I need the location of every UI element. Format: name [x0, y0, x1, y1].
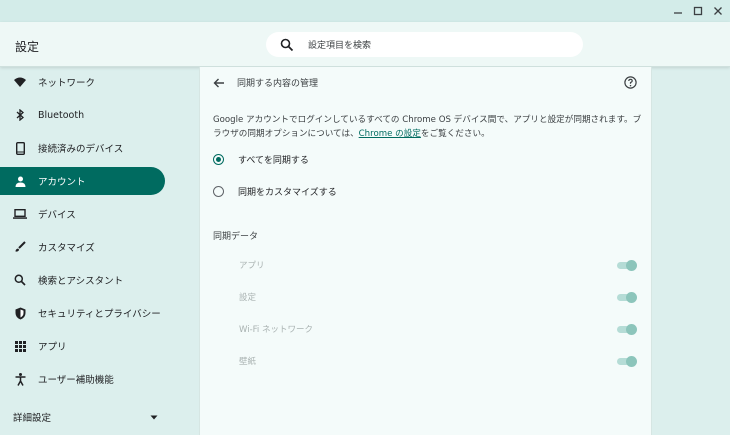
phone-icon [13, 141, 27, 155]
sync-item-label: Wi-Fi ネットワーク [239, 325, 313, 335]
sidebar-item-label: 検索とアシスタント [38, 276, 124, 287]
search-input[interactable]: 設定項目を検索 [308, 38, 371, 51]
sidebar-item-search-assistant[interactable]: 検索とアシスタント [0, 266, 165, 294]
main-panel: 同期する内容の管理 Google アカウントでログインしているすべての Chro… [199, 67, 652, 435]
brush-icon [13, 240, 27, 254]
sidebar-item-apps[interactable]: アプリ [0, 332, 165, 360]
sidebar-item-label: アカウント [38, 177, 86, 188]
wifi-icon [13, 75, 27, 89]
sidebar-item-connected-devices[interactable]: 接続済みのデバイス [0, 134, 165, 162]
radio-label: すべてを同期する [238, 156, 309, 166]
sync-item-apps: アプリ [239, 257, 639, 273]
radio-button[interactable] [213, 186, 224, 197]
sidebar-item-label: Bluetooth [38, 109, 85, 121]
radio-label: 同期をカスタマイズする [238, 188, 337, 198]
advanced-settings-toggle[interactable]: 詳細設定 [13, 408, 158, 426]
sidebar-item-customize[interactable]: カスタマイズ [0, 233, 165, 261]
app-header: 設定 設定項目を検索 [0, 22, 730, 67]
laptop-icon [13, 207, 27, 221]
sidebar-item-label: ユーザー補助機能 [38, 375, 114, 386]
sidebar-item-label: デバイス [38, 210, 76, 221]
help-icon[interactable] [624, 76, 637, 89]
caret-down-icon [150, 412, 158, 423]
apps-grid-icon [13, 339, 27, 353]
radio-customize-sync[interactable]: 同期をカスタマイズする [213, 185, 337, 198]
sync-item-label: アプリ [239, 261, 265, 271]
minimize-icon[interactable] [670, 3, 686, 19]
sidebar-item-bluetooth[interactable]: Bluetooth [0, 101, 165, 129]
sidebar-item-account[interactable]: アカウント [0, 167, 165, 195]
sync-item-settings: 設定 [239, 289, 639, 305]
bluetooth-icon [13, 108, 27, 122]
sync-toggle[interactable] [617, 260, 637, 271]
sync-description: Google アカウントでログインしているすべての Chrome OS デバイス… [213, 113, 643, 141]
accessibility-icon [13, 372, 27, 386]
close-icon[interactable] [710, 3, 726, 19]
shield-icon [13, 306, 27, 320]
sidebar-item-label: アプリ [38, 342, 67, 353]
sidebar-item-security-privacy[interactable]: セキュリティとプライバシー [0, 299, 165, 327]
sync-toggle[interactable] [617, 356, 637, 367]
maximize-icon[interactable] [690, 3, 706, 19]
page-title: 同期する内容の管理 [237, 79, 319, 89]
sidebar-item-device[interactable]: デバイス [0, 200, 165, 228]
sync-item-wifi: Wi-Fi ネットワーク [239, 321, 639, 337]
person-icon [13, 174, 27, 188]
sidebar-item-accessibility[interactable]: ユーザー補助機能 [0, 365, 165, 393]
sync-item-label: 設定 [239, 293, 257, 303]
sync-data-heading: 同期データ [213, 232, 259, 242]
advanced-settings-label: 詳細設定 [13, 413, 52, 424]
search-box[interactable]: 設定項目を検索 [266, 32, 583, 57]
back-arrow-icon[interactable] [212, 76, 226, 90]
search-icon [13, 273, 27, 287]
app-title: 設定 [15, 40, 40, 54]
sidebar-item-label: カスタマイズ [38, 243, 95, 254]
description-text-end: をご覧ください。 [420, 129, 490, 139]
window-titlebar [0, 0, 730, 22]
search-icon [280, 38, 294, 52]
sidebar: ネットワーク Bluetooth 接続済みのデバイス アカウント デバイス カス… [0, 67, 198, 435]
sidebar-item-label: ネットワーク [38, 78, 96, 89]
sync-item-label: 壁紙 [239, 357, 257, 367]
chrome-settings-link[interactable]: Chrome の設定 [359, 129, 421, 139]
sidebar-item-label: 接続済みのデバイス [38, 144, 124, 155]
sync-toggle[interactable] [617, 292, 637, 303]
radio-sync-everything[interactable]: すべてを同期する [213, 153, 309, 166]
sync-toggle[interactable] [617, 324, 637, 335]
sync-item-wallpaper: 壁紙 [239, 353, 639, 369]
radio-button-selected[interactable] [213, 154, 224, 165]
sidebar-item-network[interactable]: ネットワーク [0, 68, 165, 96]
sidebar-item-label: セキュリティとプライバシー [38, 309, 161, 320]
